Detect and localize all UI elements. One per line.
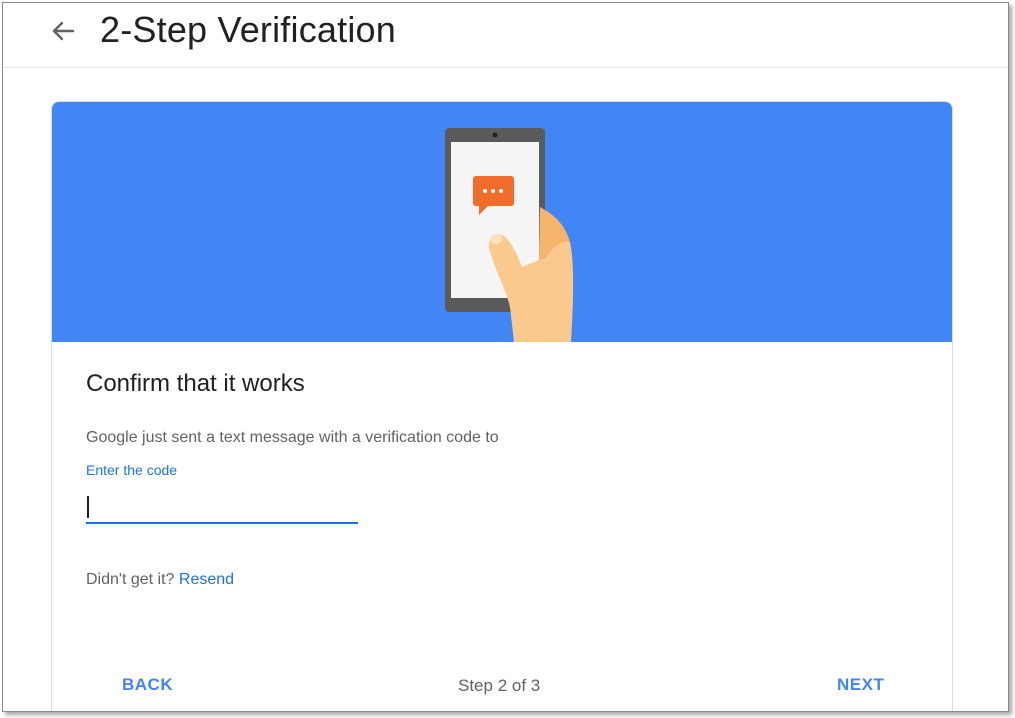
page-title: 2-Step Verification — [100, 9, 396, 50]
instruction-text: Google just sent a text message with a v… — [86, 429, 499, 446]
text-caret — [87, 496, 89, 518]
back-button[interactable]: BACK — [122, 675, 173, 695]
banner — [52, 102, 952, 342]
resend-prompt: Didn't get it? — [86, 571, 175, 588]
resend-link[interactable]: Resend — [179, 571, 234, 588]
back-arrow-icon[interactable] — [47, 15, 79, 47]
page-header: 2-Step Verification — [3, 3, 1008, 68]
step-indicator: Step 2 of 3 — [458, 676, 541, 695]
next-button[interactable]: NEXT — [837, 675, 884, 695]
card-heading: Confirm that it works — [86, 370, 305, 397]
code-field-label: Enter the code — [86, 462, 178, 478]
phone-with-message-icon — [445, 128, 574, 342]
window-frame: 2-Step Verification Confirm that it work… — [2, 2, 1009, 712]
verification-code-input[interactable] — [86, 490, 358, 524]
verification-card: Confirm that it works Google just sent a… — [51, 101, 953, 711]
resend-row: Didn't get it? Resend — [86, 571, 234, 589]
